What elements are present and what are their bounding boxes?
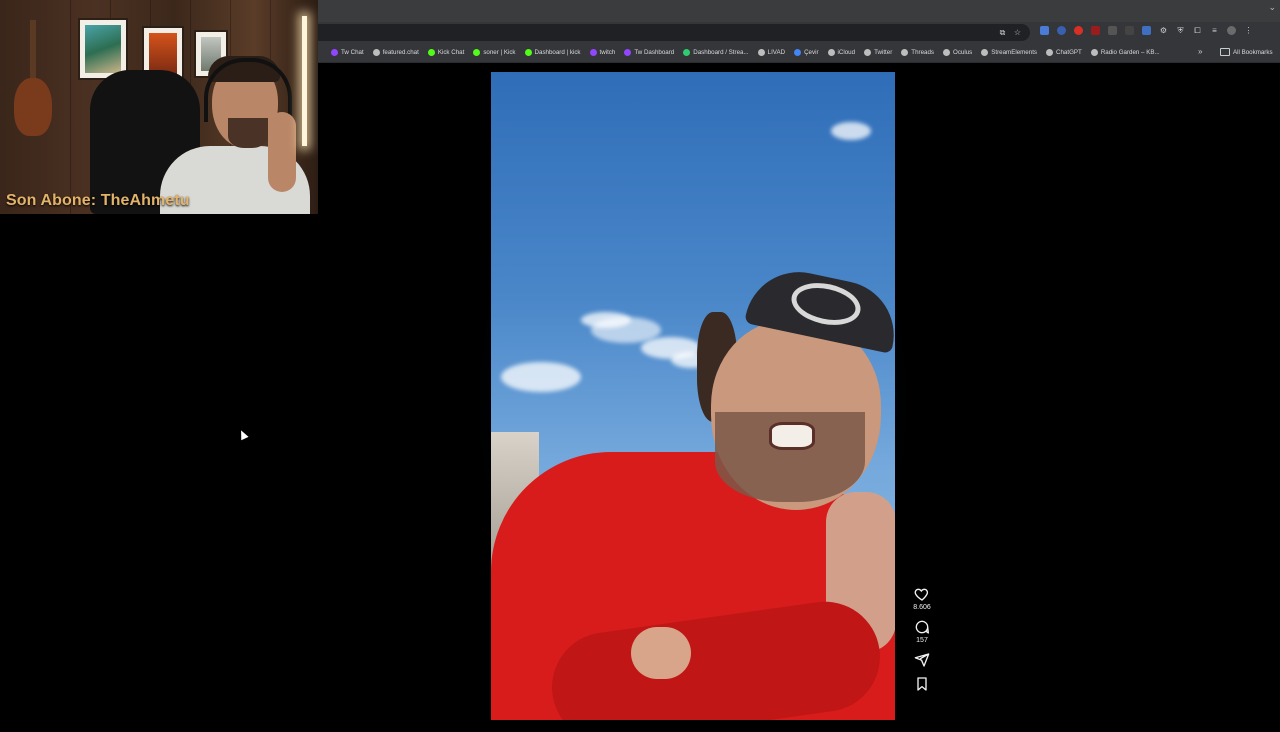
bookmark-label: Tw Chat	[341, 48, 364, 56]
tab-strip: ⌄	[318, 0, 1280, 22]
bookmark-item[interactable]: Dashboard | kick	[524, 48, 581, 56]
bookmark-label: Oculus	[953, 48, 973, 56]
bookmark-item[interactable]: Oculus	[943, 48, 973, 56]
bookmark-favicon-icon	[683, 48, 691, 56]
bookmark-label: ChatGPT	[1056, 48, 1082, 56]
bookmark-favicon-icon	[981, 48, 989, 56]
bookmark-label: Twitter	[874, 48, 893, 56]
like-count: 8.606	[913, 604, 931, 611]
bookmark-label: iCloud	[837, 48, 856, 56]
extension-icon[interactable]: ⚙	[1159, 26, 1168, 35]
bookmark-star-icon[interactable]: ☆	[1013, 28, 1022, 37]
extension-icon[interactable]	[1091, 26, 1100, 35]
bookmark-favicon-icon	[372, 48, 380, 56]
bookmark-item[interactable]: Kick Chat	[427, 48, 465, 56]
extension-icon[interactable]	[1040, 26, 1049, 35]
extension-icon[interactable]	[1057, 26, 1066, 35]
bookmarks-bar: Tw Chat featured.chat Kick Chat soner | Kic…	[318, 42, 1280, 63]
bookmark-item[interactable]: Threads	[901, 48, 934, 56]
bookmark-item[interactable]: Çevir	[794, 48, 819, 56]
guitar	[14, 78, 52, 136]
save-button[interactable]	[906, 676, 938, 692]
shield-icon[interactable]: ⛨	[1176, 26, 1185, 35]
comment-count: 157	[916, 637, 928, 644]
bookmark-icon	[917, 677, 927, 691]
bookmark-label: LIVAD	[767, 48, 786, 56]
extensions-bar: ⚙ ⛨ ⧠ ≡ ⋮	[1040, 26, 1253, 35]
profile-avatar[interactable]	[1227, 26, 1236, 35]
bookmark-item[interactable]: Radio Garden – KB...	[1090, 48, 1160, 56]
share-button[interactable]	[906, 652, 938, 668]
bookmark-item[interactable]: featured.chat	[372, 48, 419, 56]
all-bookmarks-label: All Bookmarks	[1233, 48, 1273, 56]
bookmark-label: soner | Kick	[483, 48, 516, 56]
bookmark-item[interactable]: LIVAD	[757, 48, 786, 56]
bookmark-favicon-icon	[943, 48, 950, 56]
bookmark-label: Dashboard | kick	[534, 48, 581, 56]
webcam-overlay: Son Abone: TheAhmetu	[0, 0, 318, 214]
folder-icon	[1220, 48, 1230, 56]
bookmark-favicon-icon	[589, 48, 597, 56]
mouse-cursor-icon	[237, 428, 249, 441]
reel-actions: 8.606 157	[906, 586, 938, 700]
extension-icon[interactable]	[1125, 26, 1134, 35]
light-bar	[302, 16, 307, 146]
media-controls-icon[interactable]: ≡	[1210, 26, 1219, 35]
last-subscriber-text: Son Abone: TheAhmetu	[6, 192, 190, 209]
bookmark-label: Radio Garden – KB...	[1100, 48, 1160, 56]
chevron-down-icon[interactable]: ⌄	[1268, 2, 1276, 13]
address-bar[interactable]: ⧉ ☆	[318, 24, 1030, 41]
bookmark-favicon-icon	[331, 48, 338, 56]
extension-icon[interactable]	[1142, 26, 1151, 35]
bookmark-item[interactable]: iCloud	[827, 48, 856, 56]
more-bookmarks-icon[interactable]: »	[1198, 47, 1202, 56]
browser-toolbar: ⧉ ☆ ⚙ ⛨ ⧠ ≡ ⋮	[318, 22, 1280, 42]
bookmark-favicon-icon	[757, 48, 765, 56]
bookmark-item[interactable]: ChatGPT	[1046, 48, 1082, 56]
bookmark-label: Tw Dashboard	[634, 48, 675, 56]
bookmark-label: twitch	[599, 48, 616, 56]
bookmark-favicon-icon	[794, 48, 802, 56]
bookmark-favicon-icon	[827, 48, 835, 56]
bookmark-item[interactable]: Twitter	[864, 48, 893, 56]
bookmark-favicon-icon	[1046, 48, 1054, 56]
comment-button[interactable]: 157	[906, 619, 938, 644]
bookmark-favicon-icon	[864, 48, 872, 56]
bookmark-item[interactable]: twitch	[589, 48, 616, 56]
bookmark-favicon-icon	[427, 48, 435, 56]
bookmark-favicon-icon	[524, 48, 532, 56]
bookmark-item[interactable]: StreamElements	[981, 48, 1038, 56]
bookmark-favicon-icon	[473, 48, 481, 56]
bookmark-favicon-icon	[901, 48, 909, 56]
heart-icon	[914, 588, 929, 601]
reel-video[interactable]	[491, 72, 895, 720]
like-button[interactable]: 8.606	[906, 586, 938, 611]
bookmark-item[interactable]: Tw Dashboard	[624, 48, 675, 56]
all-bookmarks-button[interactable]: All Bookmarks	[1220, 48, 1273, 56]
bookmark-item[interactable]: Dashboard / Strea...	[683, 48, 749, 56]
bookmark-label: Threads	[911, 48, 934, 56]
bookmark-label: StreamElements	[991, 48, 1038, 56]
bookmark-item[interactable]: soner | Kick	[473, 48, 516, 56]
bookmark-favicon-icon	[624, 48, 632, 56]
bookmark-label: Çevir	[804, 48, 819, 56]
install-app-icon[interactable]: ⧉	[998, 28, 1007, 37]
bookmark-item[interactable]: Tw Chat	[331, 48, 364, 56]
puzzle-icon[interactable]: ⧠	[1193, 26, 1202, 35]
bookmark-label: featured.chat	[382, 48, 419, 56]
send-icon	[914, 653, 930, 667]
bookmark-label: Kick Chat	[437, 48, 465, 56]
extension-icon[interactable]	[1108, 26, 1117, 35]
extension-icon[interactable]	[1074, 26, 1083, 35]
comment-icon	[915, 620, 929, 634]
menu-kebab-icon[interactable]: ⋮	[1244, 26, 1253, 35]
bookmark-label: Dashboard / Strea...	[693, 48, 749, 56]
bookmark-favicon-icon	[1090, 48, 1098, 56]
